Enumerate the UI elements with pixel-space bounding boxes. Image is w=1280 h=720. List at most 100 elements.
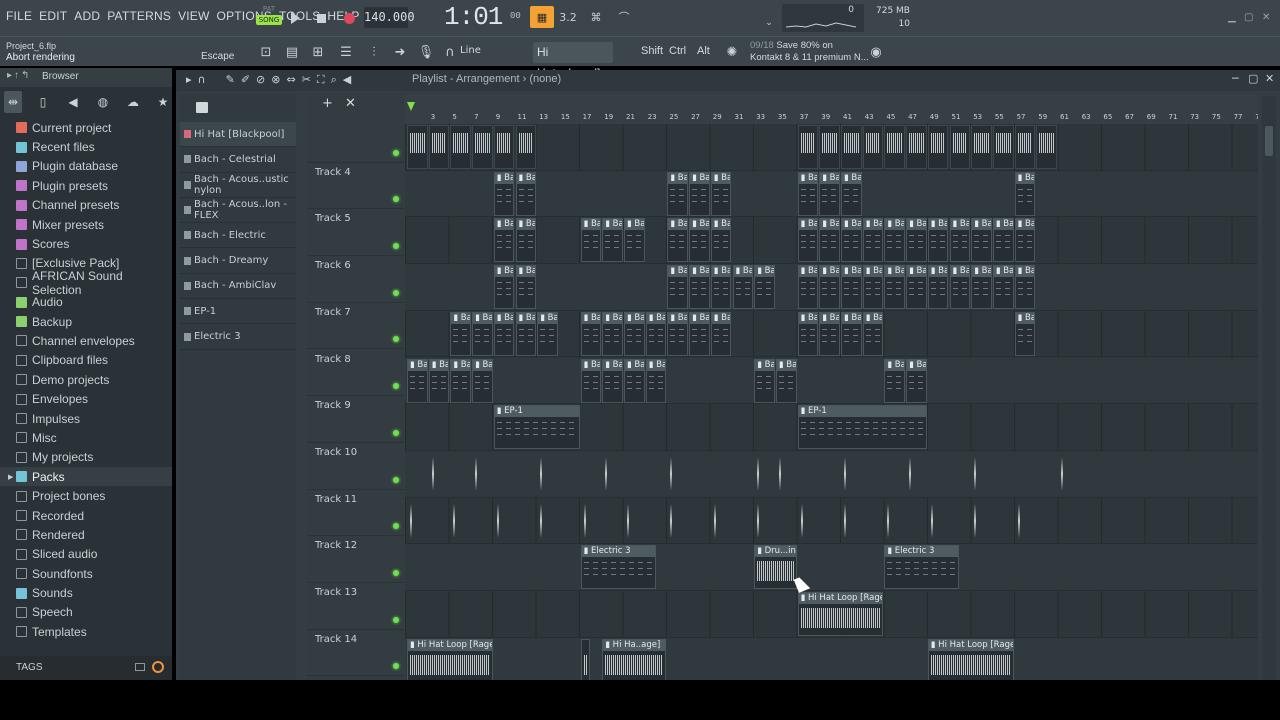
menu-add[interactable]: ADD xyxy=(74,9,100,23)
pattern-clip[interactable]: ▮ Bac..tric xyxy=(624,218,645,263)
hihat-clip[interactable] xyxy=(971,125,992,169)
pattern-clip[interactable]: ▮ Bac..lon xyxy=(515,171,537,216)
star-icon[interactable]: ★ xyxy=(154,91,172,113)
sample-hit[interactable] xyxy=(627,503,629,538)
hihat-clip[interactable] xyxy=(862,125,884,169)
paint-icon[interactable]: ✐ xyxy=(241,73,250,87)
arrow-right-icon[interactable]: ➜ xyxy=(390,43,410,61)
sample-hit[interactable] xyxy=(583,503,586,538)
pattern-clip[interactable]: ▮ Ba..Clav xyxy=(472,311,493,356)
sample-hit[interactable] xyxy=(844,456,846,491)
pattern-clip[interactable]: ▮ Bac..EX xyxy=(624,358,645,403)
stop-button[interactable] xyxy=(310,7,332,29)
sample-hit[interactable] xyxy=(431,456,434,491)
hihat-clip[interactable] xyxy=(797,125,819,169)
browser-item[interactable]: Templates xyxy=(0,622,172,641)
pattern-clip[interactable]: ▮ Bac..lon xyxy=(689,171,710,216)
pattern-clip[interactable]: ▮ Ba..amy xyxy=(971,265,992,310)
pattern-clip[interactable]: ▮ Bac..EX xyxy=(906,358,927,403)
sample-hit[interactable] xyxy=(475,456,478,491)
pattern-clip[interactable]: ▮ Bac..tric xyxy=(992,218,1014,263)
browser-item[interactable]: Sounds xyxy=(0,583,172,602)
track-header[interactable]: Track 4 xyxy=(307,163,404,210)
sample-hit[interactable] xyxy=(453,503,456,538)
microphone-icon[interactable]: 🎙 xyxy=(416,43,436,61)
pattern-clip[interactable]: ▮ Ba..amy xyxy=(906,265,927,310)
pattern-clip[interactable]: ▮ Bac..tric xyxy=(667,218,689,263)
track-lane[interactable] xyxy=(405,544,1258,591)
vertical-scrollbar[interactable] xyxy=(1262,96,1276,680)
browser-nav-icon[interactable]: ▸↑↰ xyxy=(7,70,31,81)
sample-hit[interactable] xyxy=(540,503,543,538)
speaker-icon[interactable]: ◀ xyxy=(343,73,351,87)
pattern-clip[interactable]: ▮ Bac..tric xyxy=(971,218,992,263)
pattern-clip[interactable]: ▮ Ba..Clav xyxy=(645,311,667,356)
mute-icon[interactable]: ⊗ xyxy=(271,73,280,87)
pattern-clip[interactable]: ▮ Ba..amy xyxy=(949,265,971,310)
audio-clip[interactable] xyxy=(580,638,591,680)
browser-item[interactable]: Speech xyxy=(0,603,172,622)
pattern-clip[interactable]: ▮ Electric 3 xyxy=(884,545,960,590)
pat-song-toggle[interactable]: PAT SONG xyxy=(256,5,282,31)
playhead-marker[interactable] xyxy=(407,102,415,111)
pattern-clip[interactable]: ▮ Ba..amy xyxy=(797,265,819,310)
pattern-clip[interactable]: ▮ Bac..tric xyxy=(1014,218,1036,263)
magnet-icon[interactable]: ∩ xyxy=(440,43,460,61)
news-panel[interactable]: 09/18 Save 80% on Kontakt 8 & 11 premium… xyxy=(750,40,869,64)
step-edit-icon[interactable]: ⌒ xyxy=(612,6,636,28)
sample-hit[interactable] xyxy=(974,503,977,538)
tempo-display[interactable]: 140.000 xyxy=(364,7,415,28)
hihat-clip[interactable] xyxy=(841,125,862,169)
browser-item[interactable]: Recorded xyxy=(0,506,172,525)
close-icon[interactable]: ✕ xyxy=(1265,72,1274,85)
pattern-clip[interactable]: ▮ Bac..tric xyxy=(710,218,732,263)
audio-clip[interactable]: ▮ Hi Hat Loop [Rage] xyxy=(927,638,1014,680)
cloud-icon[interactable]: ☁ xyxy=(124,91,142,113)
pattern-clip[interactable]: ▮ Ba..amy xyxy=(884,265,906,310)
sample-hit[interactable] xyxy=(1061,456,1063,491)
pattern-clip[interactable]: ▮ Bac..lon xyxy=(493,171,515,216)
pattern-clip[interactable]: ▮ Ba..amy xyxy=(754,265,775,310)
pattern-clip[interactable]: ▮ Ba..Clav xyxy=(580,311,602,356)
piano-roll-icon[interactable]: ⊞ xyxy=(308,43,328,61)
ctrl-key[interactable]: Ctrl xyxy=(669,45,686,57)
pattern-item[interactable]: Bach - Acous..lon - FLEX xyxy=(180,198,296,224)
browser-item[interactable]: Plugin presets xyxy=(0,176,172,195)
pattern-clip[interactable]: ▮ Ba..amy xyxy=(732,265,754,310)
pattern-clip[interactable]: ▮ Bac..lon xyxy=(710,171,732,216)
pattern-item[interactable]: EP-1 xyxy=(180,299,296,325)
hihat-clip[interactable] xyxy=(906,125,927,169)
track-lane[interactable] xyxy=(405,357,1258,405)
hihat-clip[interactable] xyxy=(819,125,840,169)
track-mute-led[interactable] xyxy=(393,429,399,436)
pattern-clip[interactable]: ▮ Ba..amy xyxy=(515,265,537,310)
pattern-clip[interactable]: ▮ Bac..tric xyxy=(689,218,710,263)
arrangement-grid[interactable]: 3 5 7 9 11 13 15 17 19 21 23 25 27 29 31 33 35 37 39 41 43 45… xyxy=(405,94,1258,680)
speaker-icon[interactable]: ◀ xyxy=(64,91,82,113)
sample-hit[interactable] xyxy=(909,456,912,491)
browser-item[interactable]: Packs xyxy=(0,467,172,487)
menu-edit[interactable]: EDIT xyxy=(39,9,67,23)
pattern-clip[interactable]: ▮ Bac..lon xyxy=(841,171,862,216)
pattern-clip[interactable]: ▮ Bac..lon xyxy=(667,171,689,216)
pattern-clip[interactable]: ▮ Bac..tric xyxy=(515,218,537,263)
pattern-clip[interactable]: ▮ Ba..amy xyxy=(1014,265,1036,310)
track-mute-led[interactable] xyxy=(393,616,399,623)
news-icon[interactable]: ✺ xyxy=(722,43,742,61)
pattern-clip[interactable]: ▮ Bac..lon xyxy=(819,171,840,216)
hihat-clip[interactable] xyxy=(884,125,906,169)
pattern-clip[interactable]: ▮ Bac..lon xyxy=(797,171,819,216)
browser-item[interactable]: Recent files xyxy=(0,137,172,156)
pattern-clip[interactable]: ▮ Ba..Clav xyxy=(667,311,689,356)
track-header[interactable]: Track 7 xyxy=(307,303,404,350)
sample-hit[interactable] xyxy=(887,503,890,538)
hihat-clip[interactable] xyxy=(428,125,450,169)
menu-file[interactable]: FILE xyxy=(6,9,32,23)
browser-item[interactable]: My projects xyxy=(0,448,172,467)
hihat-clip[interactable] xyxy=(949,125,971,169)
browser-item[interactable]: Sliced audio xyxy=(0,545,172,564)
pattern-clip[interactable]: ▮ Ba..Clav xyxy=(797,311,819,356)
track-header[interactable]: Track 10 xyxy=(307,443,404,490)
track-header[interactable]: Track 6 xyxy=(307,256,404,303)
pattern-clip[interactable]: ▮ Ba..Clav xyxy=(689,311,710,356)
